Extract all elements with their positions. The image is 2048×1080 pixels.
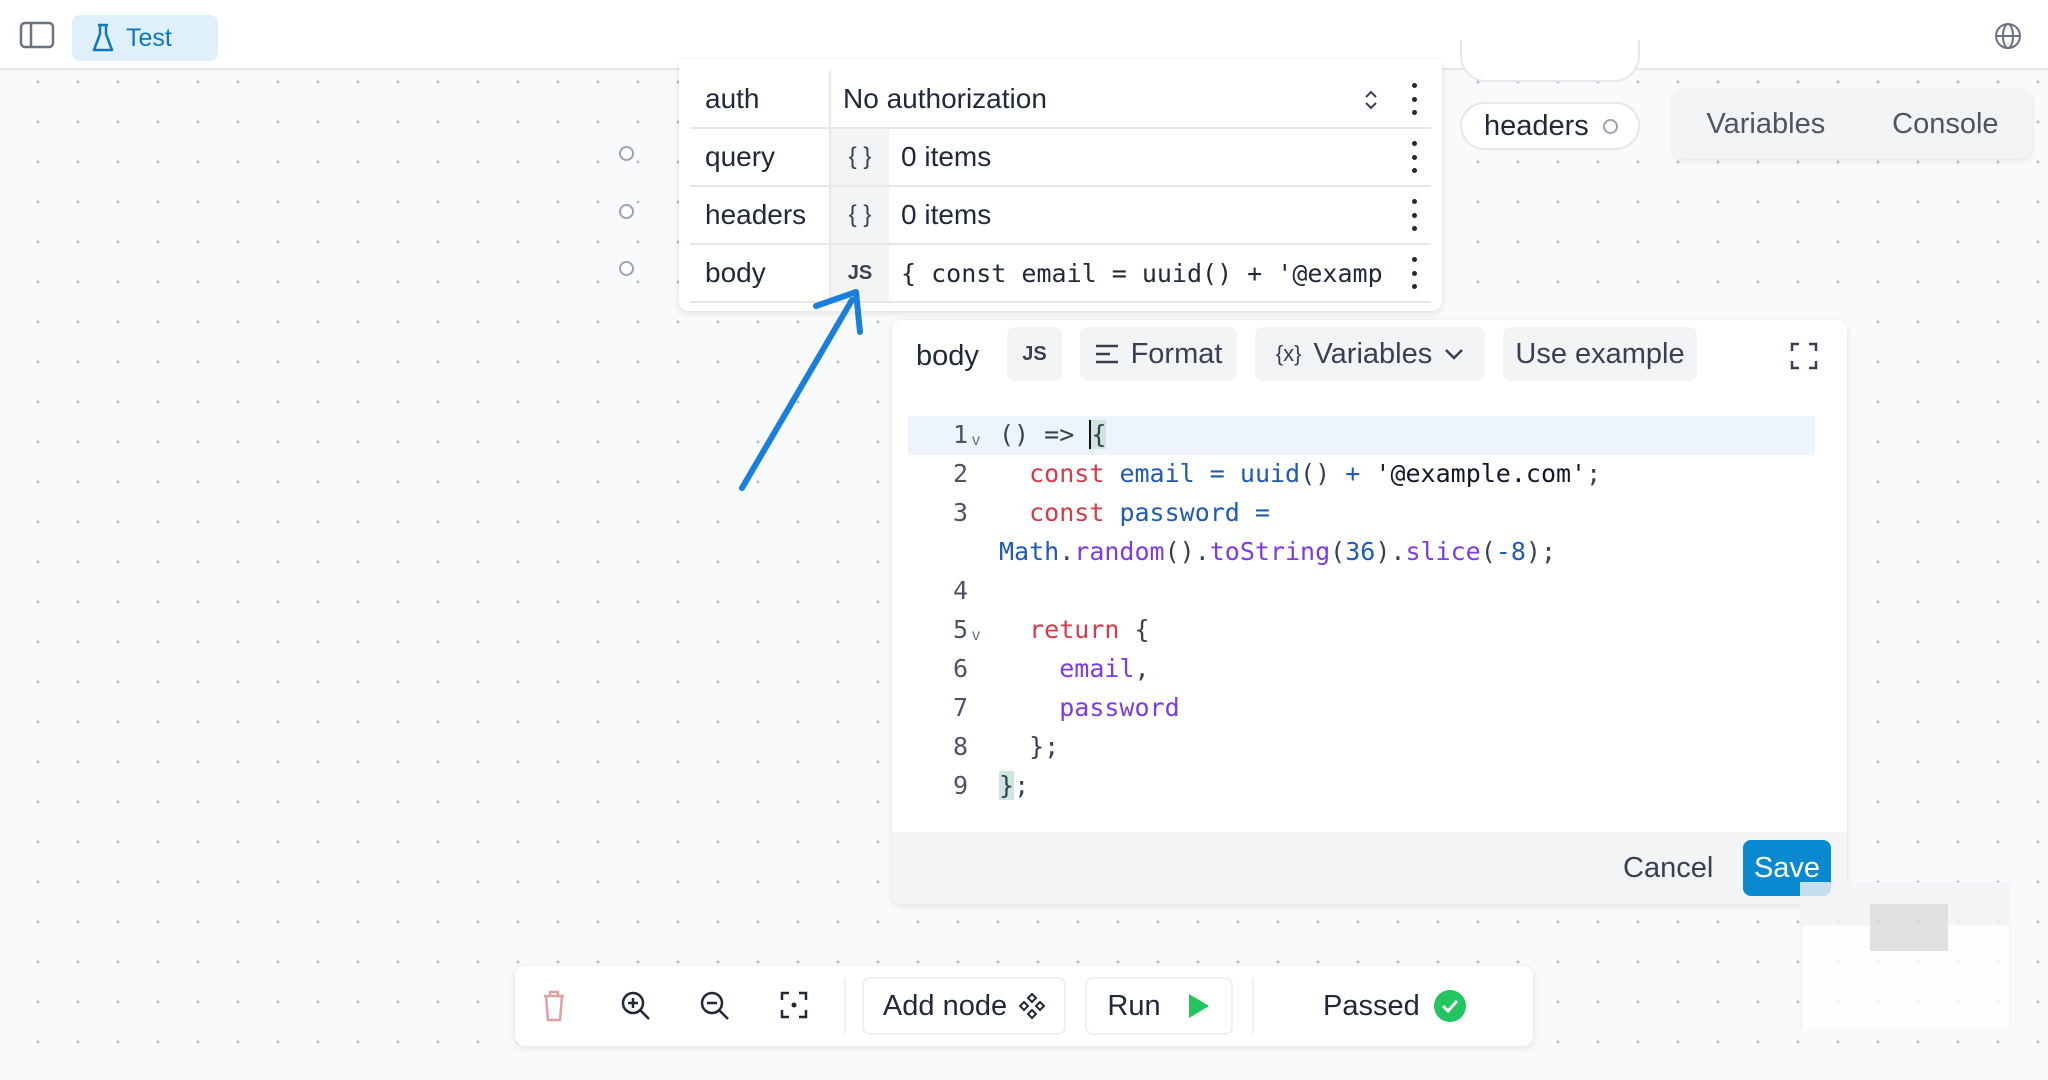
status-label: Passed bbox=[1323, 990, 1420, 1022]
line-number: 1 bbox=[952, 420, 968, 449]
row-query: query { } 0 items bbox=[690, 129, 1431, 187]
kebab-menu-icon[interactable] bbox=[1411, 141, 1417, 173]
flask-icon bbox=[92, 23, 114, 52]
format-button[interactable]: Format bbox=[1080, 327, 1237, 381]
line-number: 5 bbox=[952, 615, 968, 644]
line-number: 4 bbox=[952, 576, 968, 605]
tab-variables[interactable]: Variables bbox=[1706, 108, 1825, 141]
run-label: Run bbox=[1107, 989, 1161, 1022]
line-number: 3 bbox=[952, 498, 968, 527]
code-line: }; bbox=[999, 771, 1030, 800]
row-value[interactable]: 0 items bbox=[889, 141, 1431, 173]
annotation-arrow bbox=[739, 289, 863, 491]
line-number: 6 bbox=[952, 654, 968, 683]
chevron-down-icon bbox=[1445, 349, 1464, 360]
sidebar-toggle-icon[interactable] bbox=[18, 20, 58, 50]
fold-chevron-icon[interactable]: v bbox=[972, 627, 980, 645]
chevron-updown-icon bbox=[1365, 90, 1377, 110]
add-node-label: Add node bbox=[882, 989, 1008, 1022]
language-js-button[interactable]: JS bbox=[1007, 327, 1062, 381]
handle-body[interactable] bbox=[619, 261, 634, 276]
handle-icon[interactable] bbox=[1602, 118, 1618, 134]
globe-icon[interactable] bbox=[1993, 21, 2023, 51]
tab-console[interactable]: Console bbox=[1892, 108, 1998, 141]
variable-icon: {x} bbox=[1275, 341, 1302, 366]
nodes-icon bbox=[1019, 993, 1046, 1019]
code-line: Math.random().toString(36).slice(-8); bbox=[999, 537, 1556, 566]
tab-label: Test bbox=[126, 23, 172, 52]
line-number: 9 bbox=[952, 771, 968, 800]
code-line: const password = bbox=[1029, 498, 1270, 527]
row-headers: headers { } 0 items bbox=[690, 187, 1431, 245]
pill-label: headers bbox=[1484, 109, 1589, 142]
row-value[interactable]: 0 items bbox=[889, 199, 1431, 231]
code-editor[interactable]: 1 2 3 4 5 6 7 8 9 v v () => { const emai… bbox=[908, 416, 1815, 830]
format-label: Format bbox=[1130, 337, 1223, 370]
row-label: headers bbox=[690, 187, 831, 243]
add-node-button[interactable]: Add node bbox=[862, 977, 1066, 1035]
headers-pill[interactable]: headers bbox=[1460, 102, 1640, 150]
kebab-menu-icon[interactable] bbox=[1411, 83, 1417, 115]
row-value[interactable]: { const email = uuid() + '@examp bbox=[889, 259, 1431, 288]
trash-icon[interactable] bbox=[542, 990, 566, 1022]
play-icon bbox=[1188, 994, 1209, 1018]
variables-dropdown[interactable]: {x} Variables bbox=[1255, 327, 1485, 381]
divider bbox=[844, 978, 846, 1034]
handle-headers[interactable] bbox=[619, 204, 634, 219]
node-pill-partial[interactable] bbox=[1460, 40, 1640, 82]
dialog-footer: Cancel Save bbox=[892, 832, 1847, 904]
fold-chevron-icon[interactable]: v bbox=[972, 432, 980, 450]
align-left-icon bbox=[1095, 344, 1118, 364]
line-number: 8 bbox=[952, 732, 968, 761]
cancel-button[interactable]: Cancel bbox=[1623, 852, 1713, 885]
editor-title: body bbox=[916, 340, 979, 372]
line-number: 2 bbox=[952, 459, 968, 488]
row-label: auth bbox=[690, 71, 831, 127]
code-line: return { bbox=[1029, 615, 1150, 644]
tab-test[interactable]: Test bbox=[72, 15, 218, 61]
kebab-menu-icon[interactable] bbox=[1411, 257, 1417, 289]
code-line: const email = uuid() + '@example.com'; bbox=[1029, 459, 1602, 488]
row-auth: auth No authorization bbox=[690, 71, 1431, 129]
code-line: () => { bbox=[999, 420, 1107, 449]
object-type-icon[interactable]: { } bbox=[831, 129, 889, 185]
minimap[interactable] bbox=[1800, 882, 2011, 1029]
fit-view-icon[interactable] bbox=[780, 991, 808, 1019]
code-line: }; bbox=[999, 732, 1060, 761]
use-example-button[interactable]: Use example bbox=[1503, 327, 1697, 381]
line-number: 7 bbox=[952, 693, 968, 722]
bottom-toolbar: Add node Run Passed bbox=[515, 966, 1533, 1046]
auth-select[interactable]: No authorization bbox=[831, 83, 1431, 115]
kebab-menu-icon[interactable] bbox=[1411, 199, 1417, 231]
minimap-viewport[interactable] bbox=[1870, 904, 1948, 951]
divider bbox=[1252, 978, 1254, 1034]
variables-label: Variables bbox=[1313, 337, 1433, 370]
side-panel-tabs: Variables Console bbox=[1673, 89, 2032, 159]
code-line: password bbox=[1059, 693, 1180, 722]
code-line: email, bbox=[1059, 654, 1150, 683]
fullscreen-icon[interactable] bbox=[1790, 342, 1818, 370]
zoom-out-icon[interactable] bbox=[699, 990, 731, 1022]
run-button[interactable]: Run bbox=[1085, 977, 1233, 1035]
handle-query[interactable] bbox=[619, 146, 634, 161]
body-editor-dialog: body JS Format {x} Variables Use example… bbox=[892, 320, 1847, 904]
zoom-in-icon[interactable] bbox=[620, 990, 652, 1022]
check-circle-icon bbox=[1434, 990, 1466, 1022]
row-label: query bbox=[690, 129, 831, 185]
object-type-icon[interactable]: { } bbox=[831, 187, 889, 243]
